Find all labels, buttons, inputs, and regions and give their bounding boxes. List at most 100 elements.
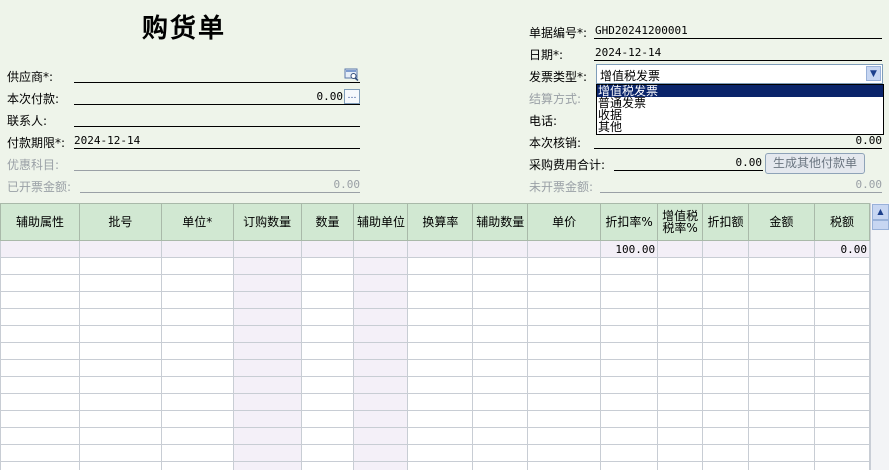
table-cell[interactable] — [353, 444, 409, 462]
table-cell[interactable] — [232, 410, 302, 428]
table-cell[interactable] — [600, 308, 659, 326]
table-cell[interactable] — [160, 240, 234, 258]
table-cell[interactable] — [232, 308, 302, 326]
col-conversion-rate[interactable]: 换算率 — [407, 203, 474, 241]
table-cell[interactable] — [300, 274, 355, 292]
table-cell[interactable] — [702, 240, 749, 258]
invoice-type-option[interactable]: 收据 — [597, 109, 883, 121]
table-cell[interactable] — [472, 359, 529, 377]
table-cell[interactable] — [407, 257, 474, 275]
table-cell[interactable] — [353, 274, 409, 292]
table-row[interactable] — [0, 376, 870, 394]
col-unit[interactable]: 单位* — [160, 203, 234, 241]
table-cell[interactable] — [600, 291, 659, 309]
generate-payment-button[interactable]: 生成其他付款单 — [765, 153, 865, 174]
col-aux-attr[interactable]: 辅助属性 — [0, 203, 80, 241]
table-cell[interactable] — [813, 393, 870, 411]
table-cell[interactable] — [527, 427, 602, 445]
table-cell[interactable] — [300, 427, 355, 445]
discount-subject-input[interactable] — [74, 155, 360, 171]
table-cell[interactable] — [232, 393, 302, 411]
table-cell[interactable] — [527, 359, 602, 377]
table-cell[interactable] — [300, 359, 355, 377]
scroll-thumb[interactable] — [872, 220, 889, 230]
table-cell[interactable] — [0, 308, 80, 326]
table-cell[interactable] — [353, 308, 409, 326]
table-row[interactable] — [0, 461, 870, 470]
table-row[interactable] — [0, 274, 870, 292]
table-cell[interactable] — [232, 257, 302, 275]
table-cell[interactable] — [407, 308, 474, 326]
contact-input[interactable] — [74, 111, 360, 127]
invoice-type-select[interactable]: 增值税发票 ▼ — [596, 64, 883, 84]
table-cell[interactable] — [160, 257, 234, 275]
table-cell[interactable] — [0, 359, 80, 377]
payment-more-icon[interactable]: … — [344, 89, 360, 104]
table-cell[interactable] — [527, 376, 602, 394]
table-cell[interactable] — [353, 376, 409, 394]
col-vat-rate[interactable]: 增值税税率% — [657, 203, 704, 241]
table-cell[interactable] — [527, 308, 602, 326]
col-discount-amount[interactable]: 折扣额 — [702, 203, 749, 241]
table-cell[interactable] — [527, 461, 602, 470]
table-cell[interactable] — [0, 291, 80, 309]
table-cell[interactable] — [600, 274, 659, 292]
table-cell[interactable] — [813, 257, 870, 275]
table-cell[interactable] — [353, 393, 409, 411]
table-cell[interactable] — [600, 393, 659, 411]
table-cell[interactable] — [657, 274, 704, 292]
col-qty[interactable]: 数量 — [300, 203, 355, 241]
detail-table[interactable]: 辅助属性 批号 单位* 订购数量 数量 辅助单位 换算率 辅助数量 单价 折扣率… — [0, 203, 870, 470]
invoice-type-option[interactable]: 其他 — [597, 121, 883, 133]
table-cell[interactable] — [78, 410, 162, 428]
table-cell[interactable] — [702, 410, 749, 428]
table-cell[interactable] — [747, 274, 815, 292]
table-cell[interactable] — [232, 427, 302, 445]
table-cell[interactable] — [657, 393, 704, 411]
table-cell[interactable] — [702, 376, 749, 394]
table-row[interactable] — [0, 291, 870, 309]
table-cell[interactable] — [813, 274, 870, 292]
table-cell[interactable] — [747, 257, 815, 275]
detail-grid[interactable]: 辅助属性 批号 单位* 订购数量 数量 辅助单位 换算率 辅助数量 单价 折扣率… — [0, 203, 870, 470]
table-cell[interactable] — [407, 393, 474, 411]
table-cell[interactable] — [600, 376, 659, 394]
table-cell[interactable] — [160, 393, 234, 411]
table-cell[interactable] — [300, 257, 355, 275]
table-cell[interactable] — [160, 274, 234, 292]
table-cell[interactable] — [300, 240, 355, 258]
table-cell[interactable] — [160, 325, 234, 343]
table-cell[interactable] — [353, 342, 409, 360]
table-cell[interactable]: 100.00 — [600, 240, 659, 258]
invoice-type-dropdown[interactable]: 增值税发票 普通发票 收据 其他 — [596, 84, 884, 135]
table-cell[interactable] — [527, 240, 602, 258]
table-cell[interactable] — [160, 342, 234, 360]
table-cell[interactable] — [472, 342, 529, 360]
table-cell[interactable] — [702, 359, 749, 377]
table-cell[interactable] — [300, 308, 355, 326]
scroll-up-icon[interactable]: ▲ — [872, 204, 889, 220]
table-cell[interactable] — [160, 308, 234, 326]
table-cell[interactable] — [527, 274, 602, 292]
table-cell[interactable] — [747, 359, 815, 377]
table-cell[interactable] — [300, 325, 355, 343]
table-cell[interactable] — [300, 342, 355, 360]
table-cell[interactable] — [747, 393, 815, 411]
table-cell[interactable] — [407, 410, 474, 428]
table-cell[interactable] — [702, 308, 749, 326]
table-cell[interactable] — [78, 342, 162, 360]
table-cell[interactable] — [527, 410, 602, 428]
table-cell[interactable] — [300, 444, 355, 462]
table-cell[interactable] — [657, 308, 704, 326]
table-cell[interactable] — [232, 376, 302, 394]
table-cell[interactable] — [232, 240, 302, 258]
table-cell[interactable] — [472, 393, 529, 411]
table-cell[interactable] — [353, 410, 409, 428]
grid-scrollbar[interactable]: ▲ — [870, 203, 889, 470]
table-cell[interactable] — [747, 291, 815, 309]
table-cell[interactable] — [232, 461, 302, 470]
table-cell[interactable] — [300, 461, 355, 470]
table-cell[interactable] — [747, 342, 815, 360]
table-cell[interactable] — [160, 444, 234, 462]
col-aux-unit[interactable]: 辅助单位 — [353, 203, 409, 241]
